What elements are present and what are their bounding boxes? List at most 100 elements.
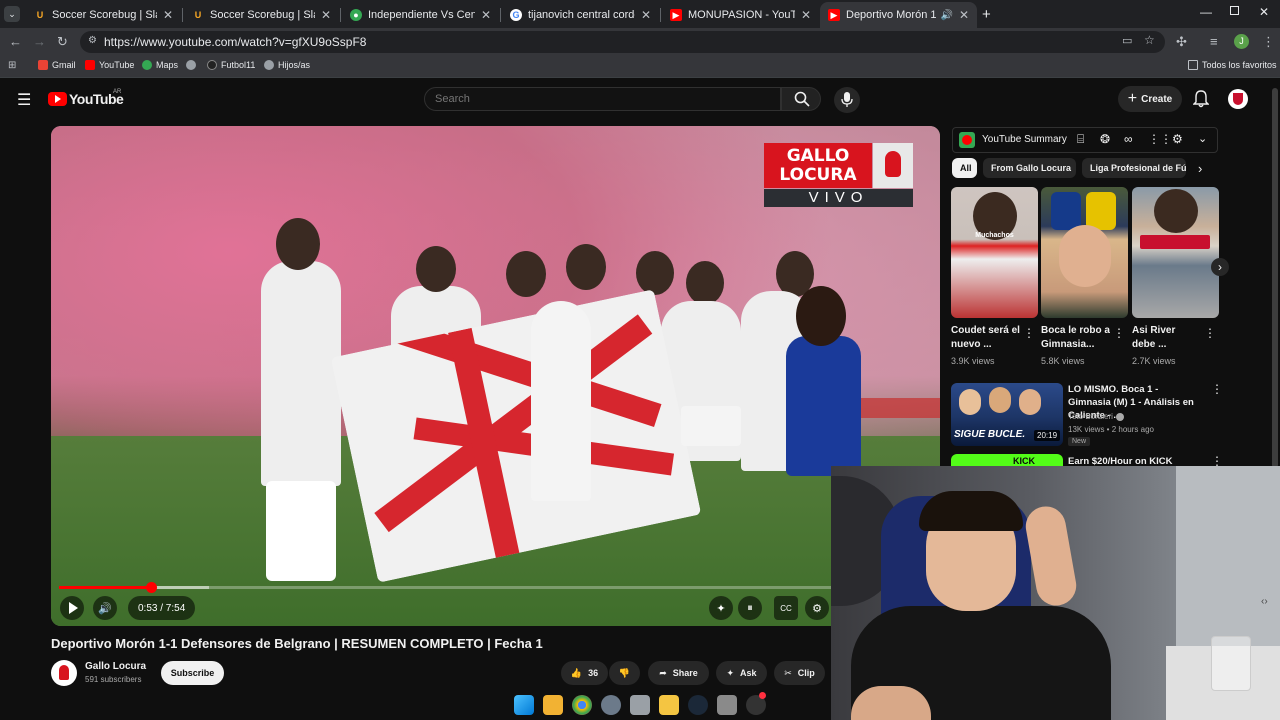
dislike-button[interactable]: 👎	[609, 661, 640, 685]
app-icon[interactable]	[746, 692, 766, 715]
settings-button[interactable]: ⚙	[805, 596, 829, 620]
filter-chip-all[interactable]: All	[952, 158, 977, 178]
play-button[interactable]	[60, 596, 84, 620]
autoplay-toggle[interactable]: ⏸	[738, 596, 762, 620]
app-icon[interactable]	[717, 695, 737, 715]
video-player[interactable]: GALLO LOCURA VIVO 🔊 0:53 / 7:54 ✦ ⏸ CC ⚙	[51, 126, 940, 626]
robot-icon[interactable]: ⌸	[1077, 132, 1084, 147]
window-close-icon[interactable]: ✕	[1259, 5, 1269, 19]
account-avatar[interactable]	[1228, 89, 1248, 109]
chrome-icon[interactable]	[572, 695, 592, 715]
glasses-icon[interactable]: ∞	[1124, 132, 1133, 146]
extensions-icon[interactable]: ✣	[1176, 34, 1187, 50]
more-options-icon[interactable]: ⋮	[1211, 455, 1223, 467]
scrubber-handle[interactable]	[146, 582, 157, 593]
steam-icon[interactable]	[688, 695, 708, 715]
bookmark-maps[interactable]: Maps	[142, 60, 178, 70]
store-icon[interactable]	[543, 695, 563, 715]
bookmark-globe[interactable]	[186, 60, 200, 70]
site-info-icon[interactable]: ⚙	[88, 35, 97, 46]
browser-tab-active[interactable]: ▶ Deportivo Morón 1-1 Defe 🔊 ✕	[820, 2, 977, 28]
share-button[interactable]: ➦ Share	[648, 661, 709, 685]
channel-avatar[interactable]	[51, 660, 77, 686]
minimize-icon[interactable]: —	[1200, 5, 1212, 19]
profile-avatar[interactable]: J	[1234, 34, 1249, 49]
create-button[interactable]: + Create	[1118, 86, 1182, 112]
slant-u-icon: U	[36, 10, 44, 20]
captions-button[interactable]: CC	[774, 596, 798, 620]
short-thumbnail[interactable]	[1041, 187, 1128, 318]
more-options-icon[interactable]: ⋮	[1211, 383, 1223, 395]
youtube-logo-icon[interactable]	[48, 92, 67, 106]
tab-search-button[interactable]: ⌄	[4, 6, 20, 22]
all-bookmarks-folder[interactable]: Todos los favoritos	[1188, 60, 1277, 70]
back-icon[interactable]: ←	[9, 34, 22, 49]
browser-tab-3[interactable]: ● Independiente Vs Central Córdo ✕	[342, 2, 499, 28]
youtube-summary-extension-bar[interactable]: YouTube Summary ⌸ ❂ ∞ ⋮⋮ ⚙ ⌄	[952, 127, 1218, 153]
video-channel-row[interactable]: Toto Bordieri	[1068, 412, 1124, 421]
search-input[interactable]	[435, 93, 765, 105]
volume-button[interactable]: 🔊	[93, 596, 117, 620]
forward-icon[interactable]: →	[33, 34, 46, 49]
bookmark-hijos[interactable]: Hijos/as	[264, 60, 310, 70]
bookmark-youtube[interactable]: YouTube	[85, 60, 134, 70]
subscribe-button[interactable]: Subscribe	[161, 661, 224, 685]
browser-tab-1[interactable]: U Soccer Scorebug | Slant - overla ✕	[26, 2, 181, 28]
tab-title: MONUPASION - YouTube	[688, 9, 795, 21]
short-title[interactable]: Asi River debe ...	[1132, 324, 1194, 352]
search-button[interactable]	[781, 87, 821, 111]
bookmark-gmail[interactable]: Gmail	[38, 60, 76, 70]
short-thumbnail[interactable]	[1132, 187, 1219, 318]
speaker-icon[interactable]: 🔊	[940, 10, 952, 21]
new-tab-button[interactable]: +	[982, 6, 991, 23]
close-icon[interactable]: ✕	[801, 8, 811, 22]
close-icon[interactable]: ✕	[321, 8, 331, 22]
close-icon[interactable]: ✕	[641, 8, 651, 22]
more-options-icon[interactable]: ⋮	[1023, 327, 1035, 339]
gear-icon[interactable]: ⚙	[1172, 132, 1183, 146]
ask-button[interactable]: ✦ Ask	[716, 661, 767, 685]
bookmark-futbol11[interactable]: Futbol11	[207, 60, 255, 70]
short-thumbnail[interactable]: Muchachos	[951, 187, 1038, 318]
close-icon[interactable]: ✕	[959, 8, 969, 22]
chevron-right-icon[interactable]: ›	[1198, 161, 1202, 176]
browser-tab-4[interactable]: G tijanovich central cordoba - Bus ✕	[502, 2, 659, 28]
ai-sparkle-button[interactable]: ✦	[709, 596, 733, 620]
url-text[interactable]: https://www.youtube.com/watch?v=gfXU9oSs…	[104, 35, 366, 49]
clip-button[interactable]: ✂ Clip	[774, 661, 825, 685]
more-options-icon[interactable]: ⋮	[1113, 327, 1125, 339]
browser-tab-2[interactable]: U Soccer Scorebug | Slant - overla ✕	[184, 2, 339, 28]
reload-icon[interactable]: ↻	[57, 34, 68, 50]
shorts-next-arrow[interactable]: ›	[1211, 258, 1229, 276]
settings-icon[interactable]	[601, 695, 621, 715]
short-title[interactable]: Boca le robo a Gimnasia...	[1041, 324, 1111, 352]
channel-name[interactable]: Gallo Locura	[85, 661, 146, 672]
browser-tab-5[interactable]: ▶ MONUPASION - YouTube ✕	[662, 2, 819, 28]
chevron-down-icon[interactable]: ⌄	[1198, 132, 1207, 145]
windows-start-icon[interactable]	[514, 695, 534, 715]
restore-icon[interactable]	[1230, 6, 1239, 15]
close-icon[interactable]: ✕	[163, 8, 173, 22]
chatgpt-icon[interactable]: ❂	[1100, 132, 1110, 146]
hamburger-menu-icon[interactable]: ☰	[17, 90, 31, 110]
reading-list-icon[interactable]: ≡	[1210, 34, 1218, 49]
more-options-icon[interactable]: ⋮	[1204, 327, 1216, 339]
video-thumbnail[interactable]: SIGUE BUCLE. 20:19	[951, 383, 1063, 446]
cast-icon[interactable]: ▭	[1122, 34, 1132, 47]
apps-grid-icon[interactable]: ⊞	[8, 60, 16, 71]
menu-dots-icon[interactable]: ⋮	[1262, 34, 1275, 50]
filter-chip-channel[interactable]: From Gallo Locura	[983, 158, 1076, 178]
short-title[interactable]: Coudet será el nuevo ...	[951, 324, 1021, 352]
address-bar[interactable]: ⚙ https://www.youtube.com/watch?v=gfXU9o…	[80, 31, 1165, 53]
like-button[interactable]: 👍 36	[561, 661, 608, 685]
filter-chip-liga[interactable]: Liga Profesional de Fútbol	[1082, 158, 1186, 178]
bookmark-star-icon[interactable]: ☆	[1144, 33, 1155, 47]
page-scrollbar[interactable]	[1272, 88, 1278, 468]
voice-search-button[interactable]	[834, 87, 860, 113]
close-icon[interactable]: ✕	[481, 8, 491, 22]
file-explorer-icon[interactable]	[659, 695, 679, 715]
search-box[interactable]	[424, 87, 781, 111]
audio-wave-icon[interactable]: ⋮⋮	[1148, 132, 1172, 146]
notifications-bell-icon[interactable]	[1193, 90, 1209, 108]
snipping-icon[interactable]	[630, 695, 650, 715]
